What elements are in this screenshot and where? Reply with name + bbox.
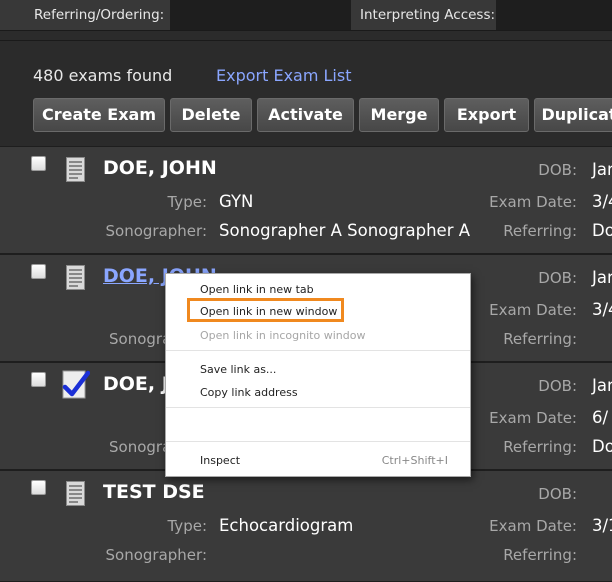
type-label: Type: (167, 517, 207, 535)
menu-item-copy-link[interactable]: Copy link address (200, 386, 298, 399)
document-icon (66, 157, 85, 182)
type-label: Type: (167, 193, 207, 211)
dob-value: Jan (592, 376, 612, 395)
exam-date-value: 6/ (592, 408, 609, 427)
sonographer-label: Sonographer: (105, 222, 207, 240)
referring-value: Do (592, 437, 612, 456)
exam-date-value: 3/4 (592, 192, 612, 211)
exam-date-label: Exam Date: (489, 193, 577, 211)
document-icon (66, 481, 85, 506)
exam-date-label: Exam Date: (489, 517, 577, 535)
context-menu: Open link in new tab Open link in new wi… (165, 273, 471, 477)
merge-button[interactable]: Merge (359, 98, 439, 132)
sonographer-label: Sonogra (109, 330, 172, 348)
patient-name[interactable]: DOE, JOHN (103, 157, 217, 179)
dob-label: DOB: (538, 485, 577, 503)
exam-date-label: Exam Date: (489, 409, 577, 427)
exam-date-value: 3/4 (592, 300, 612, 319)
menu-separator (166, 407, 470, 408)
type-value: Echocardiogram (219, 516, 354, 535)
dob-value: Jan (592, 268, 612, 287)
inspect-shortcut: Ctrl+Shift+I (381, 454, 448, 467)
patient-name[interactable]: TEST DSE (103, 481, 205, 503)
row-checkbox[interactable] (31, 156, 46, 171)
exam-count: 480 exams found (33, 66, 173, 85)
exam-date-label: Exam Date: (489, 301, 577, 319)
divider (0, 40, 612, 41)
exam-row[interactable]: TEST DSE Type: Echocardiogram Sonographe… (0, 470, 612, 582)
type-value: GYN (219, 192, 254, 211)
exam-row[interactable]: DOE, JOHN Type: GYN Sonographer: Sonogra… (0, 146, 612, 254)
filter-bar: Referring/Ordering: Interpreting Access: (0, 0, 612, 30)
interpreting-access-label: Interpreting Access: (360, 7, 496, 23)
dob-label: DOB: (538, 269, 577, 287)
menu-item-inspect[interactable]: Inspect (200, 454, 240, 467)
menu-item-open-incognito: Open link in incognito window (200, 329, 366, 342)
sonographer-label: Sonographer: (105, 546, 207, 564)
menu-item-save-link[interactable]: Save link as... (200, 363, 276, 376)
export-button[interactable]: Export (444, 98, 529, 132)
referring-label: Referring: (503, 546, 577, 564)
dob-label: DOB: (538, 161, 577, 179)
signed-checkmark-icon (62, 370, 90, 399)
create-exam-button[interactable]: Create Exam (33, 98, 165, 132)
row-checkbox[interactable] (31, 480, 46, 495)
referring-label: Referring: (503, 222, 577, 240)
row-checkbox[interactable] (31, 264, 46, 279)
referring-ordering-label: Referring/Ordering: (34, 7, 165, 23)
interpreting-access-field[interactable] (496, 0, 612, 30)
referring-ordering-field[interactable] (170, 0, 351, 30)
delete-button[interactable]: Delete (170, 98, 252, 132)
dob-label: DOB: (538, 377, 577, 395)
export-exam-list-link[interactable]: Export Exam List (216, 66, 351, 85)
exam-date-value: 3/1 (592, 516, 612, 535)
activate-button[interactable]: Activate (257, 98, 354, 132)
referring-value: Do (592, 221, 612, 240)
referring-label: Referring: (503, 438, 577, 456)
dob-value: Jan (592, 160, 612, 179)
duplicate-button[interactable]: Duplicat (534, 98, 612, 132)
document-icon (66, 265, 85, 290)
menu-separator (166, 441, 470, 442)
divider (0, 30, 612, 31)
referring-label: Referring: (503, 330, 577, 348)
highlight-box (187, 298, 344, 322)
sonographer-label: Sonogra (109, 438, 172, 456)
sonographer-value: Sonographer A Sonographer A (219, 221, 471, 240)
row-checkbox[interactable] (31, 372, 46, 387)
patient-name[interactable]: DOE, J (103, 373, 169, 395)
menu-separator (166, 350, 470, 351)
menu-item-open-new-tab[interactable]: Open link in new tab (200, 283, 314, 296)
